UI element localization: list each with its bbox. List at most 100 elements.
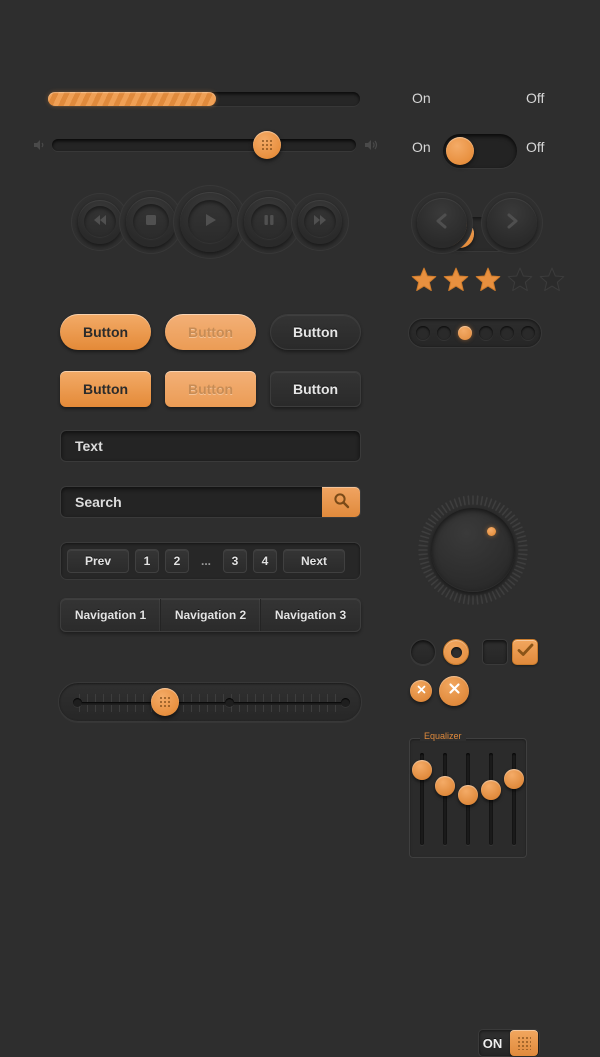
carousel-dot[interactable]: [478, 326, 493, 340]
button-secondary-rect[interactable]: Button: [270, 371, 361, 407]
equalizer-legend: Equalizer: [420, 731, 466, 741]
carousel-dot[interactable]: [520, 326, 535, 340]
pagination-page-label: 3: [231, 554, 239, 568]
toggle-off-text: Off: [526, 90, 545, 106]
on-toggle-label: ON: [482, 1035, 503, 1051]
search-input[interactable]: Search: [60, 486, 361, 518]
star-rating[interactable]: [410, 266, 566, 299]
toggle-1-on-label: On: [412, 90, 431, 106]
eq-slider-5[interactable]: [504, 753, 525, 845]
button-secondary-pill[interactable]: Button: [270, 314, 361, 350]
equalizer-panel: Equalizer: [409, 731, 527, 858]
pagination-ellipsis: ...: [195, 549, 217, 573]
nav-item-3[interactable]: Navigation 3: [261, 599, 360, 631]
star-filled-icon[interactable]: [474, 266, 502, 299]
nav-item-2[interactable]: Navigation 2: [161, 599, 261, 631]
ruler-slider[interactable]: [58, 682, 362, 722]
star-filled-icon[interactable]: [410, 266, 438, 299]
pagination-next[interactable]: Next: [283, 549, 345, 573]
progress-bar-fill: [48, 92, 217, 106]
knob-indicator-dot: [486, 527, 496, 537]
knob-face: [431, 508, 515, 592]
button-label: Button: [82, 381, 129, 397]
button-disabled-pill[interactable]: Button: [165, 314, 256, 350]
button-primary-pill[interactable]: Button: [60, 314, 151, 350]
carousel-dot[interactable]: [499, 326, 514, 340]
star-empty-icon[interactable]: [538, 266, 566, 299]
pause-button[interactable]: [244, 197, 294, 247]
close-button-large[interactable]: [439, 676, 469, 706]
pagination: Prev 1 2 ... 3 4 Next: [60, 542, 361, 580]
button-disabled-rect[interactable]: Button: [165, 371, 256, 407]
button-label: Button: [292, 381, 339, 397]
pagination-next-label: Next: [300, 554, 327, 568]
close-button-small[interactable]: [410, 680, 432, 702]
progress-bar[interactable]: [48, 92, 360, 106]
pagination-page-1[interactable]: 1: [135, 549, 159, 573]
volume-slider[interactable]: [52, 131, 356, 159]
pagination-page-label: 4: [261, 554, 269, 568]
pagination-page-2[interactable]: 2: [165, 549, 189, 573]
eq-slider-handle[interactable]: [457, 785, 478, 806]
forward-button[interactable]: [298, 200, 342, 244]
checkbox-unchecked[interactable]: [482, 639, 508, 665]
eq-slider-1[interactable]: [411, 753, 432, 845]
speaker-low-icon: [32, 138, 46, 152]
star-filled-icon[interactable]: [442, 266, 470, 299]
previous-arrow-button[interactable]: [417, 198, 467, 248]
radio-button-selected[interactable]: [443, 639, 469, 665]
carousel-dot[interactable]: [415, 326, 430, 340]
stop-button[interactable]: [126, 197, 176, 247]
toggle-switch-1-knob[interactable]: [446, 137, 474, 165]
rotary-knob[interactable]: [417, 494, 529, 606]
text-input[interactable]: Text: [60, 430, 361, 462]
on-toggle[interactable]: ON: [478, 1029, 540, 1057]
carousel-dot[interactable]: [436, 326, 451, 340]
on-toggle-grip[interactable]: [510, 1030, 538, 1056]
eq-slider-handle[interactable]: [411, 760, 432, 781]
eq-slider-handle[interactable]: [434, 776, 455, 797]
carousel-dots[interactable]: [408, 318, 542, 348]
pagination-prev-label: Prev: [84, 554, 112, 568]
pagination-ellipsis-label: ...: [200, 554, 211, 568]
grip-dots-icon: [159, 696, 172, 708]
pagination-prev[interactable]: Prev: [67, 549, 129, 573]
play-button[interactable]: [180, 192, 240, 252]
chevron-right-icon: [503, 211, 521, 236]
toggle-switch-1[interactable]: [443, 134, 517, 168]
eq-slider-4[interactable]: [481, 753, 502, 845]
search-input-value: Search: [75, 494, 122, 510]
rewind-button[interactable]: [78, 200, 122, 244]
button-label: Button: [82, 324, 129, 340]
button-label: Button: [187, 324, 234, 340]
equalizer-sliders: [410, 753, 526, 849]
checkbox-checked[interactable]: [512, 639, 538, 665]
nav-item-1[interactable]: Navigation 1: [61, 599, 161, 631]
ui-kit-canvas: Button Button Button Button Button Butto…: [0, 0, 600, 1057]
search-button[interactable]: [322, 487, 360, 517]
navigation-bar: Navigation 1 Navigation 2 Navigation 3: [60, 598, 361, 632]
radio-button-unselected[interactable]: [410, 639, 436, 665]
ruler-marker: [340, 698, 350, 707]
button-label: Button: [187, 381, 234, 397]
nav-item-label: Navigation 2: [174, 608, 247, 622]
pagination-page-3[interactable]: 3: [223, 549, 247, 573]
eq-slider-handle[interactable]: [504, 768, 525, 789]
pagination-page-4[interactable]: 4: [253, 549, 277, 573]
grip-dots-icon: [261, 139, 274, 151]
eq-slider-2[interactable]: [434, 753, 455, 845]
eq-slider-3[interactable]: [457, 753, 478, 845]
nav-item-label: Navigation 1: [74, 608, 147, 622]
button-label: Button: [292, 324, 339, 340]
carousel-dot-active[interactable]: [457, 326, 472, 340]
next-arrow-button[interactable]: [487, 198, 537, 248]
button-primary-rect[interactable]: Button: [60, 371, 151, 407]
forward-icon: [312, 213, 328, 232]
star-empty-icon[interactable]: [506, 266, 534, 299]
pagination-page-label: 2: [173, 554, 181, 568]
volume-slider-handle[interactable]: [253, 131, 282, 159]
close-icon: [416, 682, 427, 700]
play-icon: [201, 211, 219, 234]
eq-slider-handle[interactable]: [481, 780, 502, 801]
ruler-marker: [72, 698, 82, 707]
